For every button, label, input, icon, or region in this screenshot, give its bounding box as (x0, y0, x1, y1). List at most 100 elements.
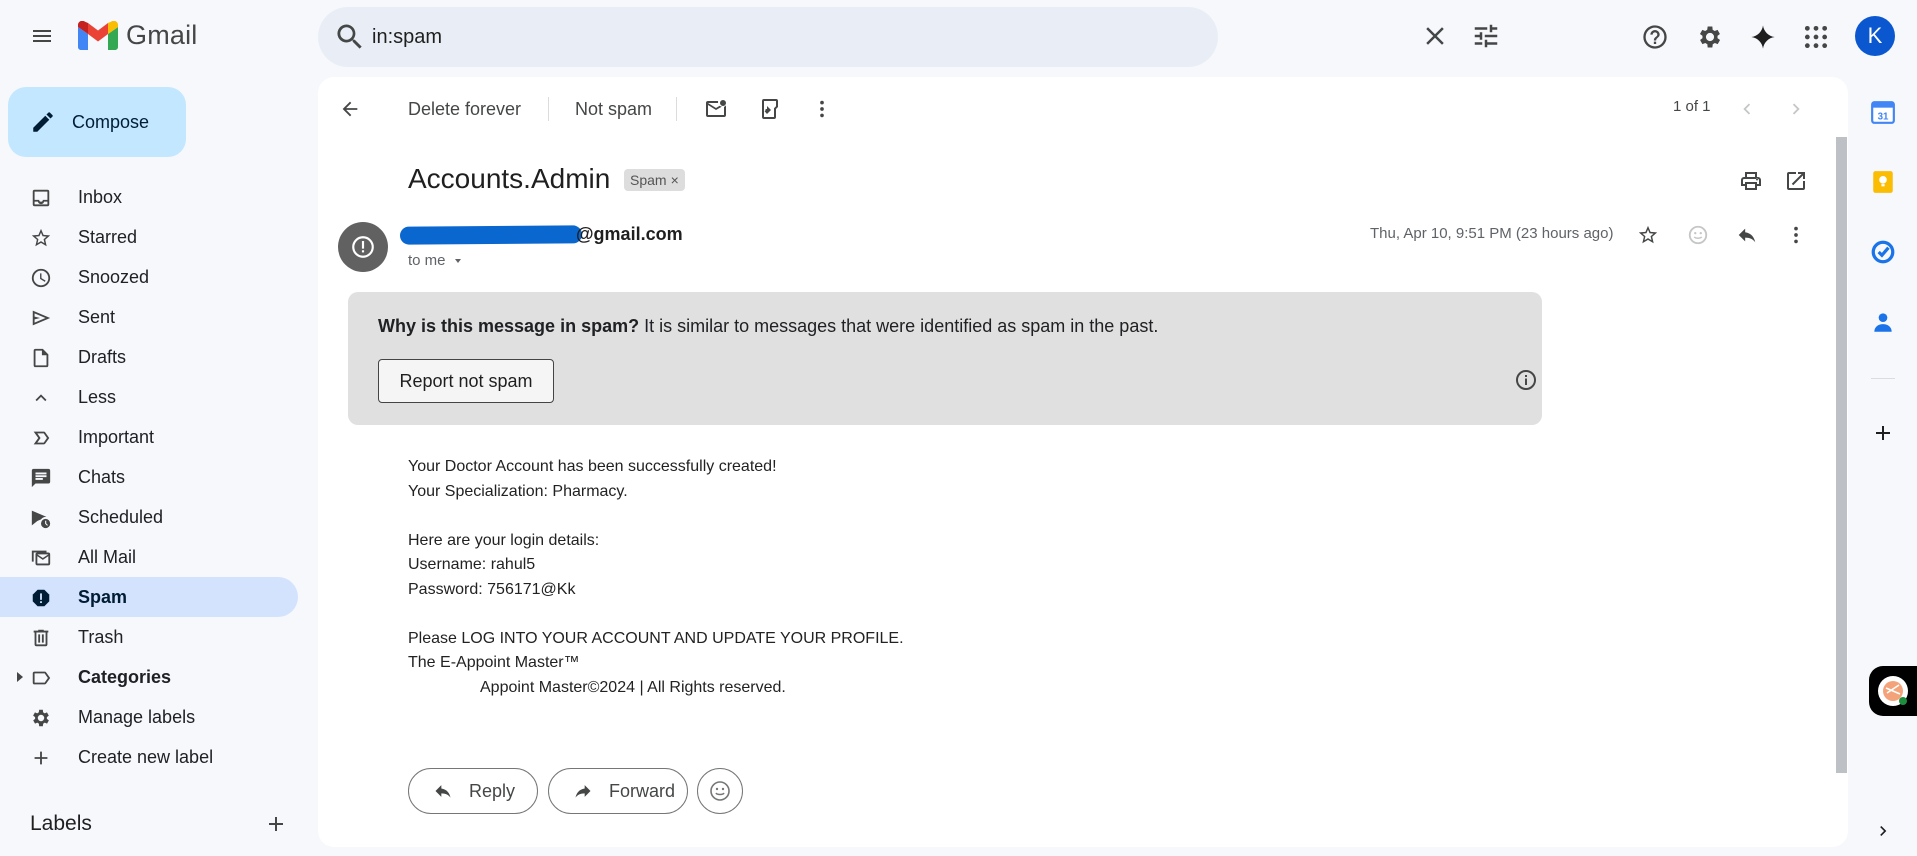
body-line: Username: rahul5 (408, 556, 536, 573)
sidebar-item-all-mail[interactable]: All Mail (0, 537, 298, 577)
back-arrow-icon[interactable] (330, 89, 370, 129)
info-icon[interactable] (1514, 368, 1538, 392)
sidebar-item-scheduled[interactable]: Scheduled (0, 497, 298, 537)
search-options-icon[interactable] (1471, 21, 1501, 51)
spam-label-chip[interactable]: Spam × (624, 169, 685, 191)
sender-email[interactable]: @gmail.com (576, 224, 683, 245)
sidebar-item-label: Drafts (78, 346, 127, 367)
sidebar-item-inbox[interactable]: Inbox (0, 177, 298, 217)
reply-icon[interactable] (1727, 215, 1767, 255)
move-to-icon[interactable] (750, 89, 790, 129)
sidebar-item-label: Spam (78, 586, 128, 607)
help-icon[interactable] (1635, 17, 1675, 57)
account-avatar[interactable]: K (1855, 16, 1895, 56)
compose-button[interactable]: Compose (8, 87, 186, 157)
reply-arrow-icon (433, 781, 453, 801)
chevron-left-icon[interactable] (1727, 89, 1767, 129)
search-icon[interactable] (332, 19, 368, 55)
recipient-details[interactable]: to me (408, 252, 464, 269)
settings-icon[interactable] (1690, 17, 1730, 57)
report-not-spam-button[interactable]: Report not spam (378, 359, 554, 403)
spam-label-text: Spam (630, 172, 667, 188)
forward-label: Forward (609, 780, 676, 801)
contacts-icon[interactable] (1866, 305, 1900, 339)
scrollbar-thumb[interactable] (1836, 137, 1847, 773)
body-line: Your Doctor Account has been successfull… (408, 458, 777, 475)
chevron-right-icon[interactable] (1776, 89, 1816, 129)
sidebar-item-label: Scheduled (78, 506, 164, 527)
body-line: Password: 756171@Kk (408, 580, 576, 598)
sidebar-item-manage-labels[interactable]: Manage labels (0, 697, 298, 737)
body-line: Here are your login details: (408, 531, 600, 549)
draft-icon (30, 347, 52, 369)
all-mail-icon (30, 547, 52, 569)
sender-avatar[interactable] (338, 222, 388, 272)
reply-label: Reply (469, 780, 516, 801)
sidebar-item-label: Manage labels (78, 706, 196, 727)
star-icon (30, 227, 52, 249)
sidebar-item-spam[interactable]: Spam (0, 577, 298, 617)
gemini-icon[interactable] (1743, 17, 1783, 57)
emoji-react-icon[interactable] (1678, 215, 1718, 255)
compose-label: Compose (72, 111, 150, 132)
mark-unread-icon[interactable] (696, 89, 736, 129)
sidebar-item-trash[interactable]: Trash (0, 617, 298, 657)
body-line: Your Specialization: Pharmacy. (408, 482, 628, 500)
sidebar-item-label: Create new label (78, 746, 214, 767)
star-toggle-icon[interactable] (1628, 215, 1668, 255)
redacted-sender-name (399, 225, 583, 245)
sidebar-item-important[interactable]: Important (0, 417, 298, 457)
chevron-up-icon (30, 387, 52, 409)
add-label-icon[interactable] (264, 812, 288, 836)
main-menu-button[interactable] (22, 16, 62, 56)
toolbar-divider (676, 97, 677, 121)
add-addon-icon[interactable] (1866, 416, 1900, 450)
remove-label-icon[interactable]: × (671, 172, 679, 188)
pencil-icon (30, 109, 56, 135)
pagination-text: 1 of 1 (1673, 98, 1711, 115)
tasks-icon[interactable] (1866, 235, 1900, 269)
search-bar[interactable]: in:spam (318, 7, 1498, 67)
app-name: Gmail (126, 20, 198, 50)
sidebar-item-label: Chats (78, 466, 126, 487)
keep-icon[interactable] (1866, 165, 1900, 199)
more-vert-icon[interactable] (802, 89, 842, 129)
emoji-reply-button[interactable] (697, 768, 743, 814)
sidebar-item-sent[interactable]: Sent (0, 297, 298, 337)
sidebar-item-label: Categories (78, 666, 172, 687)
sidebar-item-chats[interactable]: Chats (0, 457, 298, 497)
message-more-icon[interactable] (1776, 215, 1816, 255)
sidebar-nav: Inbox Starred Snoozed Sent Drafts Less I… (0, 177, 298, 777)
warning-icon (352, 236, 374, 258)
search-input[interactable]: in:spam (372, 26, 442, 49)
clear-search-icon[interactable] (1420, 21, 1450, 51)
caret-right-icon[interactable] (15, 670, 25, 684)
show-side-panel-icon[interactable] (1866, 814, 1900, 848)
forward-button[interactable]: Forward (548, 768, 688, 814)
gmail-logo[interactable]: Gmail (78, 20, 198, 51)
smiley-icon (710, 781, 730, 801)
label-icon (30, 667, 52, 689)
sidebar-item-label: Important (78, 426, 155, 447)
body-line: The E-Appoint Master™ (408, 654, 580, 671)
toolbar-divider (548, 97, 549, 121)
spam-question: Why is this message in spam? (378, 316, 640, 336)
sidebar-item-categories[interactable]: Categories (0, 657, 298, 697)
sidebar-item-create-label[interactable]: Create new label (0, 737, 298, 777)
sidebar-item-snoozed[interactable]: Snoozed (0, 257, 298, 297)
sidebar-item-label: All Mail (78, 546, 137, 567)
extension-button[interactable] (1869, 666, 1917, 716)
not-spam-button[interactable]: Not spam (575, 89, 652, 129)
clock-icon (30, 267, 52, 289)
sidebar-item-drafts[interactable]: Drafts (0, 337, 298, 377)
calendar-icon[interactable]: 31 (1866, 95, 1900, 129)
reply-button[interactable]: Reply (408, 768, 538, 814)
apps-grid-icon[interactable] (1796, 17, 1836, 57)
sidebar-item-starred[interactable]: Starred (0, 217, 298, 257)
open-new-window-icon[interactable] (1776, 161, 1816, 201)
message-subject: Accounts.Admin (408, 163, 611, 194)
print-icon[interactable] (1731, 161, 1771, 201)
sidebar-item-less[interactable]: Less (0, 377, 298, 417)
body-line: Please LOG INTO YOUR ACCOUNT AND UPDATE … (408, 629, 904, 647)
delete-forever-button[interactable]: Delete forever (408, 89, 521, 129)
